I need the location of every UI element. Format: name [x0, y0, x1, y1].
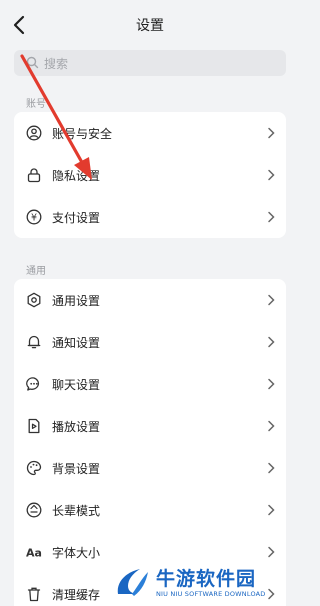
watermark-logo-icon: [117, 569, 148, 596]
chevron-right-icon: [268, 420, 275, 432]
settings-item-playback[interactable]: 播放设置: [14, 405, 286, 447]
page-title: 设置: [136, 18, 164, 34]
lock-icon: [27, 168, 41, 183]
settings-item-payment[interactable]: ¥ 支付设置: [14, 196, 286, 238]
settings-item-label: 播放设置: [52, 420, 101, 434]
chevron-right-icon: [268, 378, 275, 390]
settings-item-label: 通用设置: [52, 294, 101, 308]
settings-item-background[interactable]: 背景设置: [14, 447, 286, 489]
settings-item-label: 隐私设置: [52, 169, 101, 183]
trash-icon: [27, 587, 41, 602]
settings-item-label: 支付设置: [52, 211, 101, 225]
yen-circle-icon: ¥: [26, 209, 42, 225]
user-circle-icon: [26, 125, 42, 141]
svg-text:¥: ¥: [31, 213, 37, 224]
search-icon: [26, 56, 39, 69]
watermark-subtitle: NIU NIU SOFTWARE DOWNLOAD: [156, 590, 266, 598]
settings-item-notification[interactable]: 通知设置: [14, 321, 286, 363]
settings-item-label: 通知设置: [52, 336, 101, 350]
chevron-right-icon: [268, 546, 275, 558]
chevron-right-icon: [268, 169, 275, 181]
play-file-icon: [28, 418, 40, 434]
settings-item-label: 清理缓存: [52, 588, 101, 602]
palette-icon: [26, 460, 42, 476]
section-label-account: 账号: [26, 99, 46, 110]
settings-item-account-security[interactable]: 账号与安全: [14, 112, 286, 154]
settings-item-chat[interactable]: 聊天设置: [14, 363, 286, 405]
watermark-title: 牛游软件园: [156, 568, 257, 590]
watermark: 牛游软件园 NIU NIU SOFTWARE DOWNLOAD: [112, 562, 298, 604]
font-size-icon: Aa: [26, 547, 42, 560]
chevron-right-icon: [268, 211, 275, 223]
section-label-general: 通用: [26, 266, 46, 277]
settings-item-label: 聊天设置: [52, 378, 101, 392]
chevron-right-icon: [268, 504, 275, 516]
settings-item-label: 长辈模式: [52, 504, 101, 518]
settings-item-label: 字体大小: [52, 546, 101, 560]
elder-mode-icon: [26, 502, 42, 518]
settings-item-label: 账号与安全: [52, 127, 113, 141]
chevron-right-icon: [268, 336, 275, 348]
search-input[interactable]: 搜索: [14, 50, 286, 76]
svg-text:Aa: Aa: [26, 547, 42, 560]
chevron-right-icon: [268, 127, 275, 139]
chat-bubble-icon: [26, 377, 40, 391]
search-placeholder: 搜索: [44, 57, 69, 71]
chevron-right-icon: [268, 462, 275, 474]
settings-item-elder-mode[interactable]: 长辈模式: [14, 489, 286, 531]
settings-item-privacy[interactable]: 隐私设置: [14, 154, 286, 196]
settings-item-label: 背景设置: [52, 462, 101, 476]
settings-item-general[interactable]: 通用设置: [14, 279, 286, 321]
header-bar: 设置: [0, 0, 300, 48]
chevron-right-icon: [268, 294, 275, 306]
bell-icon: [27, 335, 41, 349]
general-settings-card: 通用设置 通知设置 聊天设置 播放设置 背景设置 长辈模式 Aa 字体大小 清理…: [14, 279, 286, 606]
account-settings-card: 账号与安全 隐私设置 ¥ 支付设置: [14, 112, 286, 238]
gear-icon: [27, 292, 41, 308]
